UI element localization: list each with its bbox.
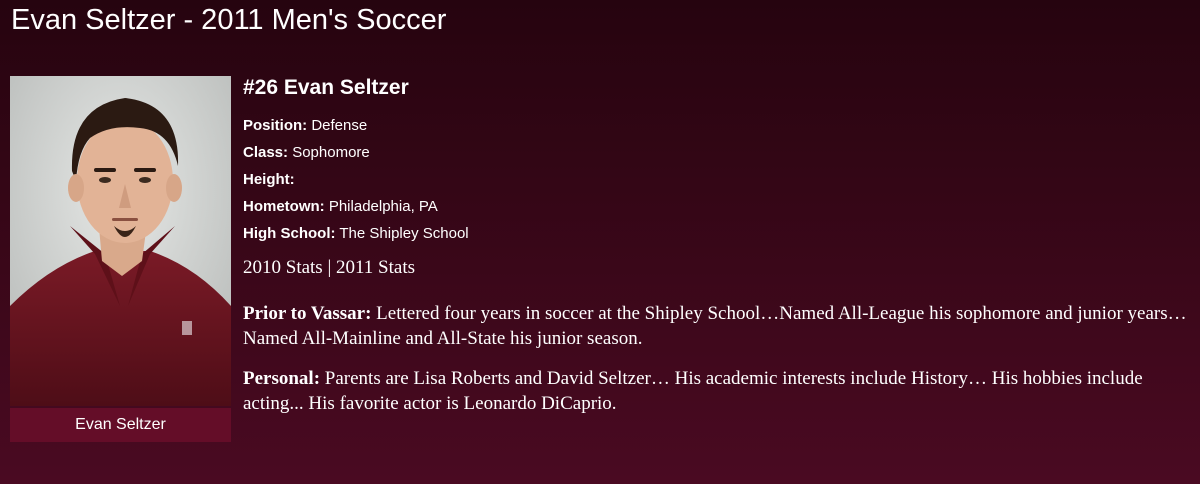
page-title: Evan Seltzer - 2011 Men's Soccer bbox=[11, 4, 447, 36]
stats-links: 2010 Stats | 2011 Stats bbox=[243, 257, 1193, 279]
bio-personal-text: Parents are Lisa Roberts and David Seltz… bbox=[243, 368, 1143, 414]
field-label: Position: bbox=[243, 117, 308, 134]
field-position: Position: Defense bbox=[243, 112, 1193, 139]
field-label: Hometown: bbox=[243, 198, 325, 215]
field-class: Class: Sophomore bbox=[243, 139, 1193, 166]
field-value: Defense bbox=[307, 117, 368, 134]
field-high-school: High School: The Shipley School bbox=[243, 220, 1193, 247]
field-value: The Shipley School bbox=[335, 225, 469, 242]
field-height: Height: bbox=[243, 166, 1193, 193]
stats-2010-link[interactable]: 2010 Stats bbox=[243, 257, 323, 278]
player-photo-card: Evan Seltzer bbox=[10, 76, 231, 442]
bio-personal: Personal: Parents are Lisa Roberts and D… bbox=[243, 366, 1193, 416]
player-heading: #26 Evan Seltzer bbox=[243, 76, 409, 99]
bio-prior-text: Lettered four years in soccer at the Shi… bbox=[243, 303, 1187, 349]
photo-caption: Evan Seltzer bbox=[10, 408, 231, 442]
stats-separator: | bbox=[322, 257, 337, 278]
player-photo bbox=[10, 76, 231, 406]
stats-2011-link[interactable]: 2011 Stats bbox=[336, 257, 415, 278]
field-hometown: Hometown: Philadelphia, PA bbox=[243, 193, 1193, 220]
bio-prior-label: Prior to Vassar: bbox=[243, 303, 372, 324]
bio-personal-label: Personal: bbox=[243, 368, 321, 389]
field-label: High School: bbox=[243, 225, 336, 242]
field-label: Height: bbox=[243, 171, 295, 188]
field-label: Class: bbox=[243, 144, 289, 161]
bio-prior: Prior to Vassar: Lettered four years in … bbox=[243, 301, 1193, 351]
field-value: Sophomore bbox=[288, 144, 370, 161]
player-info: #26 Evan Seltzer Position: Defense Class… bbox=[243, 74, 1193, 416]
player-fields: Position: Defense Class: Sophomore Heigh… bbox=[243, 112, 1193, 247]
field-value: Philadelphia, PA bbox=[324, 198, 438, 215]
